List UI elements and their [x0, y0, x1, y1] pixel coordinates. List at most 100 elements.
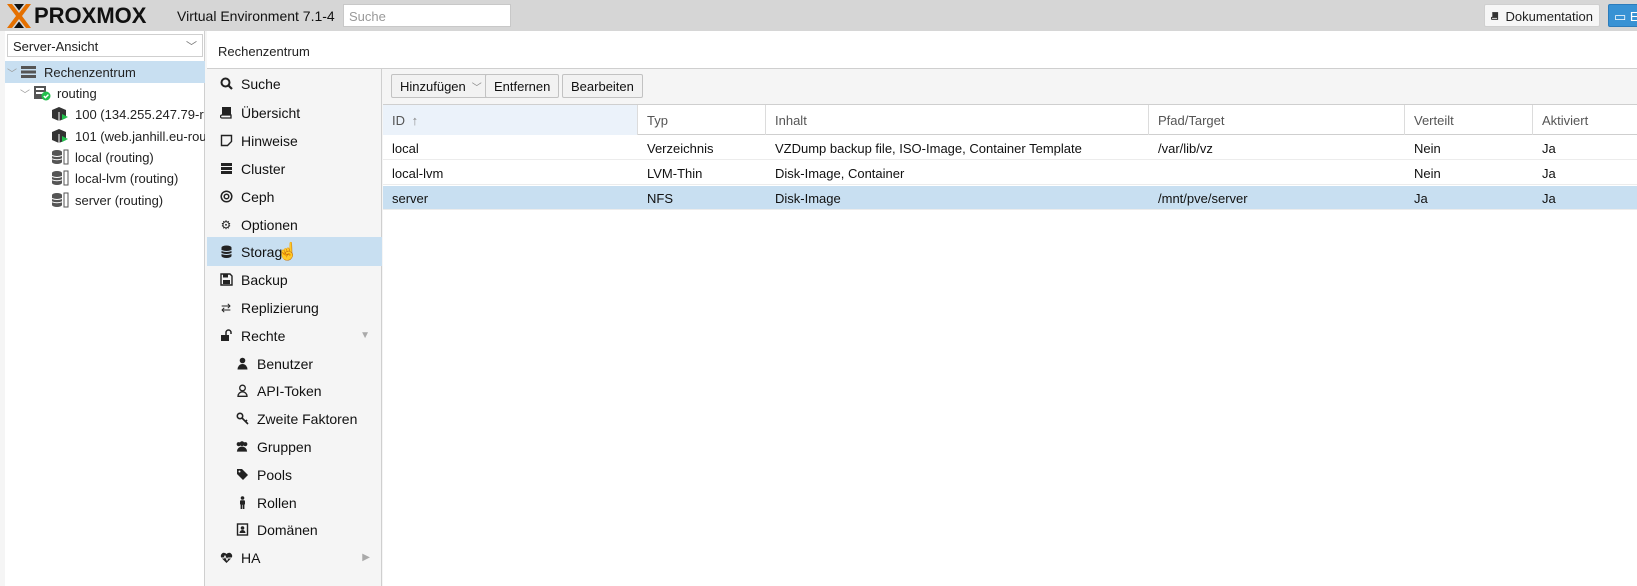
- nav-item-label: Backup: [241, 271, 288, 288]
- gear-icon: ⚙: [220, 217, 232, 232]
- collapse-arrow-icon[interactable]: ▼: [360, 330, 370, 341]
- view-selector-value: Server-Ansicht: [13, 39, 99, 54]
- nav-item-ceph[interactable]: Ceph: [207, 182, 382, 211]
- cell-aktiviert: Ja: [1542, 166, 1556, 181]
- logo-text: PROXMOX: [34, 2, 147, 28]
- nav-item-gruppen[interactable]: Gruppen: [207, 432, 382, 461]
- nav-item-pools[interactable]: Pools: [207, 460, 382, 489]
- tree-item-label: routing: [57, 85, 97, 101]
- cell-inhalt: VZDump backup file, ISO-Image, Container…: [775, 141, 1082, 156]
- cell-typ: LVM-Thin: [647, 166, 703, 181]
- create-vm-button[interactable]: ▭ E: [1608, 4, 1637, 27]
- proxmox-logo[interactable]: PROXMOX: [5, 2, 146, 29]
- nav-item-uebersicht[interactable]: Übersicht: [207, 98, 382, 127]
- column-header-pfad[interactable]: Pfad/Target: [1149, 105, 1405, 135]
- nav-item-rechte[interactable]: Rechte ▼: [207, 321, 382, 350]
- nav-item-optionen[interactable]: ⚙ Optionen: [207, 210, 382, 239]
- nav-item-label: Rollen: [257, 494, 297, 511]
- cell-pfad: [1149, 161, 1405, 185]
- tree-item-datacenter[interactable]: ﹀ Rechenzentrum: [5, 61, 205, 83]
- nav-item-label: HA: [241, 549, 261, 566]
- hand-cursor-icon: ☝: [277, 242, 299, 261]
- add-button[interactable]: Hinzufügen ﹀: [391, 74, 491, 98]
- nav-item-rollen[interactable]: Rollen: [207, 488, 382, 517]
- config-nav: Suche Übersicht Hinweise Cluster Ceph ⚙ O…: [207, 69, 382, 586]
- tree-item-storage-local[interactable]: local (routing): [5, 146, 205, 168]
- column-header-label: Verteilt: [1414, 113, 1454, 128]
- nav-item-label: Pools: [257, 466, 293, 483]
- server-icon: [219, 162, 233, 176]
- cell-verteilt: Nein: [1414, 141, 1441, 156]
- top-bar: PROXMOX Virtual Environment 7.1-4 Suche …: [0, 0, 1637, 31]
- cell-aktiviert: Ja: [1542, 191, 1556, 206]
- nav-item-label: API-Token: [257, 382, 322, 399]
- user-outline-icon: [235, 384, 249, 398]
- nav-item-storage[interactable]: Storage ☝: [207, 237, 382, 266]
- book-icon: [1491, 12, 1499, 20]
- ceph-icon: [219, 190, 233, 204]
- remove-button[interactable]: Entfernen: [485, 74, 560, 98]
- unlock-icon: [219, 329, 233, 343]
- nav-item-benutzer[interactable]: Benutzer: [207, 349, 382, 378]
- version-label: Virtual Environment 7.1-4: [177, 8, 335, 24]
- grid-header: ID ↑ Typ Inhalt Pfad/Target Verteilt Akt…: [383, 105, 1637, 135]
- nav-item-label: Optionen: [241, 216, 298, 233]
- storage-panel: Hinzufügen ﹀ Entfernen Bearbeiten ID ↑ Ty…: [383, 69, 1637, 586]
- nav-item-zweite-faktoren[interactable]: Zweite Faktoren: [207, 404, 382, 433]
- table-row[interactable]: local-lvm LVM-Thin Disk-Image, Container…: [383, 161, 1637, 185]
- datacenter-icon: [20, 64, 38, 80]
- cell-id: local: [392, 141, 419, 156]
- cell-verteilt: Ja: [1414, 191, 1428, 206]
- tree-item-ct-101[interactable]: 101 (web.janhill.eu-rou: [5, 125, 205, 147]
- address-book-icon: [235, 523, 249, 537]
- documentation-button[interactable]: Dokumentation: [1484, 4, 1600, 27]
- search-input[interactable]: Suche: [343, 4, 511, 27]
- tags-icon: [235, 468, 249, 482]
- nav-item-ha[interactable]: HA ▶: [207, 543, 382, 572]
- nav-item-replizierung[interactable]: ⇄ Replizierung: [207, 293, 382, 322]
- floppy-icon: [219, 273, 233, 287]
- database-icon: [219, 245, 233, 259]
- cell-verteilt: Nein: [1414, 166, 1441, 181]
- nav-item-cluster[interactable]: Cluster: [207, 154, 382, 183]
- tree-item-storage-server[interactable]: server (routing): [5, 189, 205, 211]
- key-icon: [235, 412, 249, 426]
- nav-item-hinweise[interactable]: Hinweise: [207, 126, 382, 155]
- tree-item-label: Rechenzentrum: [44, 64, 136, 80]
- documentation-label: Dokumentation: [1505, 9, 1593, 24]
- tree-item-ct-100[interactable]: 100 (134.255.247.79-r: [5, 103, 205, 125]
- view-selector[interactable]: Server-Ansicht ﹀: [7, 34, 203, 57]
- nav-item-suche[interactable]: Suche: [207, 69, 382, 98]
- expand-arrow-icon[interactable]: ▶: [362, 552, 370, 563]
- nav-item-domaenen[interactable]: Domänen: [207, 515, 382, 544]
- tree-item-label: 100 (134.255.247.79-r: [75, 106, 204, 122]
- edit-button[interactable]: Bearbeiten: [562, 74, 643, 98]
- cell-id: local-lvm: [392, 166, 444, 181]
- nav-item-label: Rechte: [241, 327, 286, 344]
- column-header-aktiviert[interactable]: Aktiviert: [1533, 105, 1637, 135]
- table-row-selected[interactable]: server NFS Disk-Image /mnt/pve/server Ja…: [383, 186, 1637, 210]
- column-header-typ[interactable]: Typ: [638, 105, 766, 135]
- nav-item-label: Suche: [241, 75, 281, 92]
- add-button-label: Hinzufügen: [400, 79, 466, 94]
- tree-collapse-icon: ﹀: [7, 68, 17, 80]
- tree-item-label: local-lvm (routing): [75, 170, 179, 186]
- tree-item-label: 101 (web.janhill.eu-rou: [75, 128, 205, 144]
- column-header-label: Aktiviert: [1542, 113, 1589, 128]
- table-row[interactable]: local Verzeichnis VZDump backup file, IS…: [383, 136, 1637, 160]
- tree-item-node-routing[interactable]: ﹀ routing: [5, 82, 205, 104]
- column-header-id[interactable]: ID ↑: [383, 105, 638, 135]
- tree-item-storage-local-lvm[interactable]: local-lvm (routing): [5, 167, 205, 189]
- tree-collapse-icon: ﹀: [20, 89, 30, 101]
- heartbeat-icon: [219, 551, 233, 565]
- node-online-icon: [33, 85, 51, 101]
- chevron-down-icon: ﹀: [186, 41, 197, 53]
- column-header-verteilt[interactable]: Verteilt: [1405, 105, 1533, 135]
- resource-tree-panel: Server-Ansicht ﹀ ﹀ Rechenzentrum ﹀ routi…: [5, 31, 205, 586]
- nav-item-backup[interactable]: Backup: [207, 265, 382, 294]
- nav-item-api-token[interactable]: API-Token: [207, 376, 382, 405]
- cell-id: server: [392, 191, 429, 206]
- create-vm-label: E: [1629, 9, 1637, 24]
- column-header-label: ID: [392, 113, 405, 128]
- column-header-inhalt[interactable]: Inhalt: [766, 105, 1149, 135]
